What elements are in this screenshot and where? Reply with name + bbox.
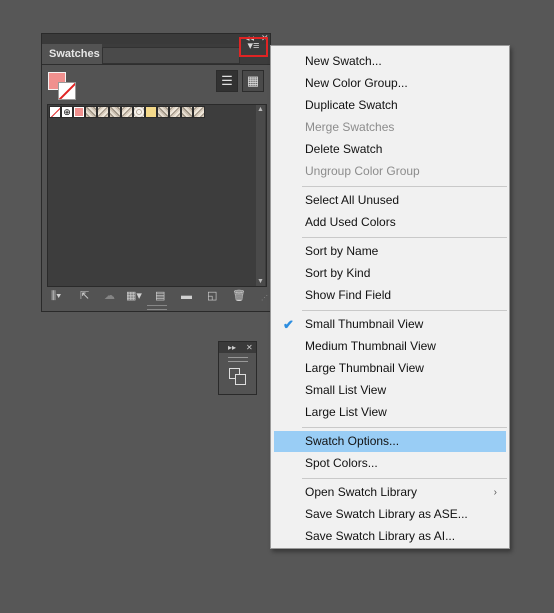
swatch-pattern[interactable] bbox=[193, 106, 205, 118]
menu-separator bbox=[302, 237, 507, 238]
new-color-group-icon[interactable]: ▬ bbox=[181, 290, 192, 302]
swatch-list[interactable]: ⊕ ▲ ▼ bbox=[47, 104, 267, 287]
swatch-pattern[interactable] bbox=[109, 106, 121, 118]
menu-item-small-list-view[interactable]: Small List View bbox=[274, 380, 506, 401]
menu-item-select-all-unused[interactable]: Select All Unused bbox=[274, 190, 506, 211]
menu-item-ungroup-color-group: Ungroup Color Group bbox=[305, 164, 420, 178]
swatch-pattern[interactable] bbox=[181, 106, 193, 118]
swatch-pattern[interactable] bbox=[85, 106, 97, 118]
menu-item-save-library-ai[interactable]: Save Swatch Library as AI... bbox=[274, 526, 506, 547]
menu-item-delete-swatch[interactable]: Delete Swatch bbox=[274, 139, 506, 160]
registration-icon: ⊕ bbox=[63, 107, 71, 117]
menu-item-new-swatch[interactable]: New Swatch... bbox=[274, 51, 506, 72]
menu-item-new-color-group[interactable]: New Color Group... bbox=[274, 73, 506, 94]
delete-swatch-icon[interactable]: 🗑 bbox=[232, 290, 246, 302]
show-swatch-kinds-icon[interactable]: ▦▾ bbox=[126, 290, 142, 302]
swatch-pattern[interactable] bbox=[145, 106, 157, 118]
menu-item-label: Open Swatch Library bbox=[305, 485, 418, 499]
menu-item-large-thumbnail-view[interactable]: Large Thumbnail View bbox=[274, 358, 506, 379]
list-view-icon: ☰ bbox=[221, 73, 233, 88]
swatch-pattern[interactable] bbox=[157, 106, 169, 118]
list-view-button[interactable]: ☰ bbox=[216, 70, 238, 92]
tab-bar-space bbox=[102, 47, 240, 64]
menu-item-sort-by-kind[interactable]: Sort by Kind bbox=[274, 263, 506, 284]
grid-view-icon: ▦ bbox=[246, 73, 260, 88]
close-icon[interactable]: ✕ bbox=[246, 342, 253, 353]
submenu-arrow-icon: › bbox=[493, 487, 497, 498]
swatch-libraries-menu-icon[interactable]: ⫼▾ bbox=[51, 290, 61, 302]
place-swatches-icon[interactable]: ⇱ bbox=[80, 290, 89, 302]
menu-item-large-list-view[interactable]: Large List View bbox=[274, 402, 506, 423]
menu-item-add-used-colors[interactable]: Add Used Colors bbox=[274, 212, 506, 233]
panel-bottom-toolbar: ⫼▾ ⇱ ☁ ▦▾ ▤ ▬ ◱ 🗑 ⋰ bbox=[42, 287, 270, 305]
thumbnail-view-button[interactable]: ▦ bbox=[242, 70, 264, 92]
menu-item-spot-colors[interactable]: Spot Colors... bbox=[274, 453, 506, 474]
menu-separator bbox=[302, 478, 507, 479]
tab-swatches[interactable]: Swatches bbox=[42, 44, 102, 64]
menu-item-label: Small Thumbnail View bbox=[305, 317, 424, 331]
cloud-library-icon[interactable]: ☁ bbox=[104, 290, 115, 302]
collapsed-panel-title-bar[interactable]: ▸▸ ✕ bbox=[219, 342, 256, 353]
stroke-swatch[interactable] bbox=[58, 82, 76, 100]
menu-separator bbox=[302, 186, 507, 187]
menu-item-duplicate-swatch[interactable]: Duplicate Swatch bbox=[274, 95, 506, 116]
menu-item-small-thumbnail-view[interactable]: ✔ Small Thumbnail View bbox=[274, 314, 506, 335]
swatch-pattern[interactable] bbox=[121, 106, 133, 118]
collapsed-panel: ▸▸ ✕ bbox=[218, 341, 257, 395]
menu-item-save-library-ase[interactable]: Save Swatch Library as ASE... bbox=[274, 504, 506, 525]
swatch-pattern[interactable] bbox=[133, 106, 145, 118]
checkmark-icon: ✔ bbox=[283, 317, 294, 332]
swatch-selected-color[interactable] bbox=[73, 106, 85, 118]
menu-item-swatch-options[interactable]: Swatch Options... bbox=[274, 431, 506, 452]
vertical-scrollbar[interactable]: ▲ ▼ bbox=[256, 105, 265, 286]
swatch-options-icon[interactable]: ▤ bbox=[155, 290, 165, 302]
menu-item-merge-swatches: Merge Swatches bbox=[305, 120, 395, 134]
panel-drag-handle[interactable] bbox=[228, 357, 248, 362]
panel-menu-button[interactable]: ▾≡ bbox=[239, 37, 268, 57]
menu-item-open-swatch-library[interactable]: Open Swatch Library › bbox=[274, 482, 506, 503]
menu-item-sort-by-name[interactable]: Sort by Name bbox=[274, 241, 506, 262]
menu-separator bbox=[302, 310, 507, 311]
menu-separator bbox=[302, 427, 507, 428]
scroll-down-icon[interactable]: ▼ bbox=[256, 278, 265, 285]
swatch-pattern[interactable] bbox=[97, 106, 109, 118]
transform-panel-icon[interactable] bbox=[229, 368, 247, 386]
swatch-none[interactable] bbox=[49, 106, 61, 118]
menu-item-medium-thumbnail-view[interactable]: Medium Thumbnail View bbox=[274, 336, 506, 357]
swatches-panel-menu: New Swatch... New Color Group... Duplica… bbox=[270, 45, 510, 549]
fill-stroke-indicator[interactable] bbox=[48, 72, 78, 102]
panel-drag-handle[interactable] bbox=[147, 305, 167, 310]
swatches-panel: ◂◂ ✕ Swatches ▾≡ ☰ ▦ ⊕ ▲ ▼ ⫼▾ ⇱ ☁ ▦▾ ▤ ▬… bbox=[41, 33, 271, 312]
panel-menu-icon: ▾≡ bbox=[247, 40, 260, 52]
swatch-registration[interactable]: ⊕ bbox=[61, 106, 73, 118]
swatch-pattern[interactable] bbox=[169, 106, 181, 118]
resize-grip-icon[interactable]: ⋰ bbox=[261, 294, 268, 302]
new-swatch-icon[interactable]: ◱ bbox=[207, 290, 217, 302]
expand-icon[interactable]: ▸▸ bbox=[228, 342, 236, 353]
scroll-up-icon[interactable]: ▲ bbox=[256, 106, 265, 113]
panel-title-bar[interactable]: ◂◂ ✕ bbox=[42, 33, 270, 44]
panel-tab-bar: Swatches bbox=[42, 44, 270, 65]
swatch-row: ⊕ bbox=[49, 106, 205, 118]
menu-item-show-find-field[interactable]: Show Find Field bbox=[274, 285, 506, 306]
